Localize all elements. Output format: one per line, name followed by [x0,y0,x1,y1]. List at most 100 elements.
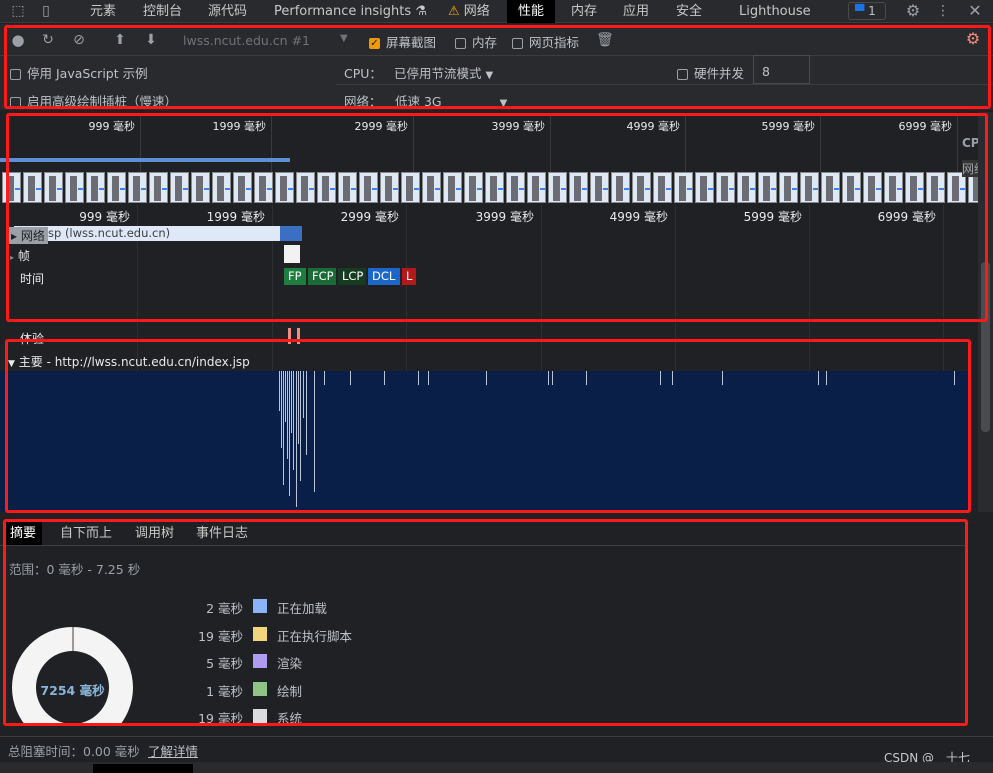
layout-shift-mark[interactable] [288,328,291,344]
screenshot-thumbnail[interactable] [821,172,840,203]
capture-settings-gear-icon[interactable]: ⚙ [963,28,983,50]
screenshot-thumbnail[interactable] [464,172,483,203]
screenshot-thumbnail[interactable] [611,172,630,203]
screenshot-thumbnail[interactable] [548,172,567,203]
flame-event[interactable] [660,371,661,385]
timing-marker-l[interactable]: L [402,268,416,285]
layout-shift-mark[interactable] [297,328,300,344]
screenshot-thumbnail[interactable] [191,172,210,203]
screenshot-thumbnail[interactable] [695,172,714,203]
tab-sources[interactable]: 源代码 [200,0,255,23]
screenshot-thumbnail[interactable] [317,172,336,203]
screenshot-thumbnail[interactable] [107,172,126,203]
screenshot-thumbnail[interactable] [653,172,672,203]
tab-call-tree[interactable]: 调用树 [129,522,180,545]
timing-marker-dcl[interactable]: DCL [368,268,400,285]
screenshot-thumbnail[interactable] [443,172,462,203]
inspect-element-icon[interactable]: ⬚ [8,0,28,22]
timing-marker-fcp[interactable]: FCP [308,268,336,285]
issues-button[interactable]: ▀ 1 [848,2,886,20]
flame-event[interactable] [428,371,429,385]
tab-memory[interactable]: 内存 [563,0,605,23]
screenshot-thumbnail[interactable] [716,172,735,203]
flame-event[interactable] [826,371,827,385]
tab-event-log[interactable]: 事件日志 [190,522,254,545]
flame-event[interactable] [586,371,587,385]
target-select[interactable]: lwss.ncut.edu.cn #1 [183,33,310,48]
track-frames[interactable]: ▸ 帧 [10,247,30,264]
flame-event[interactable] [552,371,553,385]
flame-event[interactable] [279,371,280,411]
flame-event[interactable] [289,371,290,496]
device-toolbar-icon[interactable]: ▯ [36,0,56,22]
flame-event[interactable] [283,371,284,485]
record-icon[interactable]: ● [10,29,26,51]
advanced-paint-checkbox[interactable]: 启用高级绘制插桩（慢速） [10,91,177,110]
scrollbar-thumb[interactable] [981,262,990,432]
hw-concurrency-checkbox[interactable]: 硬件并发 [677,63,744,82]
flame-event[interactable] [818,371,819,385]
screenshot-thumbnail[interactable] [380,172,399,203]
tab-elements[interactable]: 元素 [82,0,124,23]
screenshot-thumbnail[interactable] [149,172,168,203]
screenshot-thumbnail[interactable] [359,172,378,203]
screenshot-thumbnail[interactable] [296,172,315,203]
disable-js-samples-checkbox[interactable]: 停用 JavaScript 示例 [10,63,148,82]
memory-checkbox[interactable]: 内存 [455,32,497,51]
download-icon[interactable]: ⬇ [143,29,159,51]
network-throttle-select[interactable]: 低速 3G ▼ [395,91,507,110]
flame-event[interactable] [384,371,385,385]
screenshot-thumbnail[interactable] [2,172,21,203]
screenshot-thumbnail[interactable] [23,172,42,203]
screenshot-thumbnail[interactable] [590,172,609,203]
screenshot-thumbnail[interactable] [170,172,189,203]
tab-security[interactable]: 安全 [668,0,710,23]
screenshot-thumbnail[interactable] [44,172,63,203]
tab-performance-insights[interactable]: Performance insights ⚗ [266,0,435,23]
web-vitals-checkbox[interactable]: 网页指标 [512,32,579,51]
screenshot-thumbnail[interactable] [233,172,252,203]
reload-record-icon[interactable]: ↻ [40,29,56,51]
flame-event[interactable] [418,371,419,385]
screenshot-thumbnail[interactable] [212,172,231,203]
flame-event[interactable] [486,371,487,385]
flame-event[interactable] [281,371,282,448]
screenshot-thumbnail[interactable] [401,172,420,203]
screenshot-thumbnail[interactable] [779,172,798,203]
screenshot-thumbnail[interactable] [758,172,777,203]
track-network[interactable]: ▸ 网络 [8,227,48,244]
flame-event[interactable] [306,371,307,455]
flame-event[interactable] [722,371,723,385]
screenshot-thumbnail[interactable] [905,172,924,203]
screenshot-thumbnail[interactable] [842,172,861,203]
upload-icon[interactable]: ⬆ [112,29,128,51]
trash-icon[interactable]: 🗑 [596,29,614,51]
screenshot-thumbnail[interactable] [926,172,945,203]
tab-performance[interactable]: 性能 [507,0,556,23]
screenshots-checkbox[interactable]: ✓ 屏幕截图 [369,32,436,51]
flame-event[interactable] [298,371,299,444]
screenshot-thumbnail[interactable] [527,172,546,203]
screenshot-thumbnail[interactable] [128,172,147,203]
screenshot-thumbnail[interactable] [863,172,882,203]
screenshot-thumbnail[interactable] [485,172,504,203]
settings-gear-icon[interactable]: ⚙ [903,0,923,22]
track-main[interactable]: ▼ 主要 - http://lwss.ncut.edu.cn/index.jsp [8,353,250,370]
screenshot-thumbnail[interactable] [86,172,105,203]
screenshot-thumbnail[interactable] [884,172,903,203]
chevron-down-icon[interactable]: ▼ [340,33,348,44]
screenshot-thumbnail[interactable] [275,172,294,203]
screenshot-thumbnail[interactable] [254,172,273,203]
more-options-icon[interactable]: ⋮ [935,0,951,22]
flame-event[interactable] [303,371,304,418]
hw-concurrency-input[interactable]: 8 [753,55,810,84]
flame-event[interactable] [287,371,288,459]
screenshot-thumbnail[interactable] [338,172,357,203]
tab-bottom-up[interactable]: 自下而上 [54,522,118,545]
tab-lighthouse[interactable]: Lighthouse [731,0,819,23]
screenshot-thumbnail[interactable] [65,172,84,203]
screenshot-thumbnail[interactable] [422,172,441,203]
frame-block[interactable] [284,245,300,263]
screenshot-thumbnail[interactable] [632,172,651,203]
tab-console[interactable]: 控制台 [135,0,190,23]
